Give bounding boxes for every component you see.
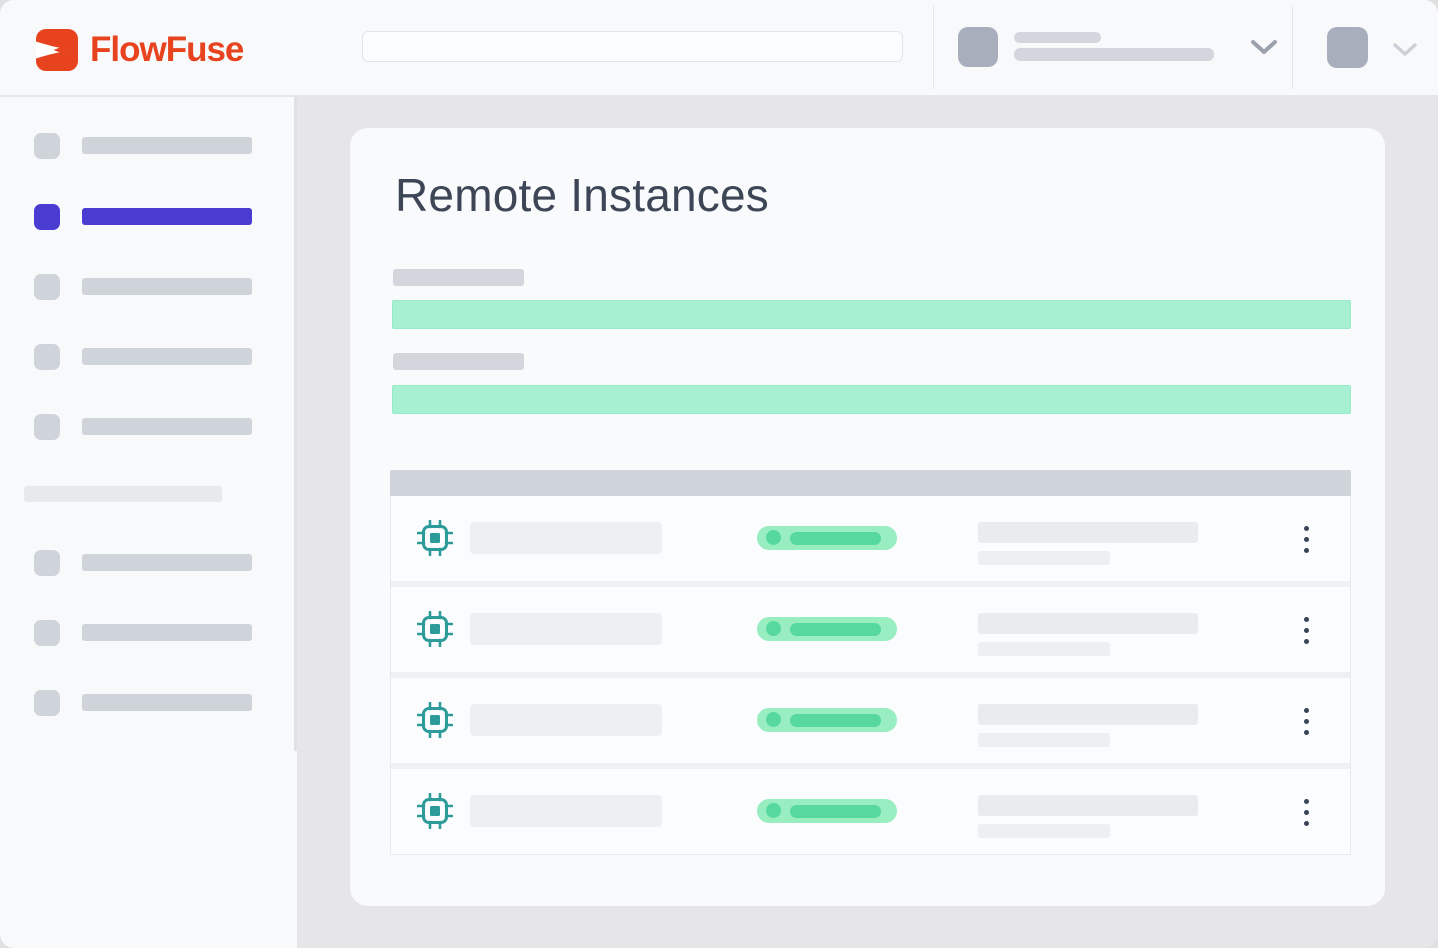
status-text-placeholder <box>790 714 881 727</box>
sidebar-item-3[interactable] <box>0 274 297 308</box>
meta-line-placeholder <box>978 613 1198 634</box>
status-dot-icon <box>766 803 781 818</box>
sidebar-item-2-active[interactable] <box>0 204 297 238</box>
nav-icon <box>34 414 60 440</box>
meta-line-placeholder <box>978 704 1198 725</box>
table-row[interactable] <box>391 769 1350 854</box>
header-divider <box>1292 6 1293 89</box>
user-avatar <box>1327 27 1368 68</box>
team-label-placeholder <box>1014 32 1101 43</box>
sidebar-item-5[interactable] <box>0 414 297 448</box>
team-avatar <box>958 27 998 67</box>
instance-name-placeholder <box>470 522 662 554</box>
sidebar-section-header-placeholder <box>24 486 222 502</box>
main-content: Remote Instances <box>297 96 1438 948</box>
kebab-menu-button[interactable] <box>1294 790 1318 834</box>
sidebar-item-4[interactable] <box>0 344 297 378</box>
team-name-placeholder <box>1014 48 1214 61</box>
logo-text: FlowFuse <box>90 29 243 71</box>
chip-icon <box>417 793 453 829</box>
global-search-input[interactable] <box>362 31 903 62</box>
sidebar-item-7[interactable] <box>0 620 297 654</box>
chevron-down-icon <box>1250 39 1278 56</box>
status-dot-icon <box>766 530 781 545</box>
status-badge <box>757 708 897 732</box>
table-header <box>390 470 1351 496</box>
status-text-placeholder <box>790 805 881 818</box>
kebab-menu-button[interactable] <box>1294 699 1318 743</box>
nav-icon <box>34 204 60 230</box>
instances-table <box>390 470 1351 855</box>
chip-icon <box>417 702 453 738</box>
nav-icon <box>34 690 60 716</box>
status-dot-icon <box>766 712 781 727</box>
status-badge <box>757 526 897 550</box>
sidebar-item-6[interactable] <box>0 550 297 584</box>
meta-line-placeholder <box>978 795 1198 816</box>
table-row[interactable] <box>391 496 1350 581</box>
meta-line-placeholder <box>978 733 1110 747</box>
chip-icon <box>417 520 453 556</box>
table-body <box>390 496 1351 855</box>
app-window: FlowFuse <box>0 0 1438 948</box>
table-row[interactable] <box>391 678 1350 763</box>
top-header: FlowFuse <box>0 0 1438 96</box>
sidebar-item-8[interactable] <box>0 690 297 724</box>
form-input-highlighted[interactable] <box>392 300 1351 329</box>
table-row[interactable] <box>391 587 1350 672</box>
status-dot-icon <box>766 621 781 636</box>
page-title: Remote Instances <box>395 168 769 222</box>
chip-icon <box>417 611 453 647</box>
nav-label-placeholder <box>82 624 252 641</box>
nav-label-placeholder <box>82 694 252 711</box>
instance-name-placeholder <box>470 795 662 827</box>
nav-label-placeholder <box>82 137 252 154</box>
form-label-placeholder <box>393 353 524 370</box>
status-badge <box>757 799 897 823</box>
form-label-placeholder <box>393 269 524 286</box>
nav-icon <box>34 550 60 576</box>
nav-icon <box>34 133 60 159</box>
nav-label-placeholder <box>82 278 252 295</box>
meta-line-placeholder <box>978 824 1110 838</box>
chevron-down-icon <box>1392 42 1418 58</box>
nav-label-placeholder <box>82 208 252 225</box>
status-badge <box>757 617 897 641</box>
content-card: Remote Instances <box>350 128 1385 906</box>
nav-label-placeholder <box>82 348 252 365</box>
sidebar-item-1[interactable] <box>0 133 297 167</box>
nav-label-placeholder <box>82 418 252 435</box>
meta-line-placeholder <box>978 551 1110 565</box>
flowfuse-logo[interactable]: FlowFuse <box>36 29 243 71</box>
nav-icon <box>34 344 60 370</box>
form-input-highlighted[interactable] <box>392 385 1351 414</box>
status-text-placeholder <box>790 623 881 636</box>
instance-name-placeholder <box>470 613 662 645</box>
instance-name-placeholder <box>470 704 662 736</box>
kebab-menu-button[interactable] <box>1294 608 1318 652</box>
meta-line-placeholder <box>978 522 1198 543</box>
nav-icon <box>34 274 60 300</box>
status-text-placeholder <box>790 532 881 545</box>
nav-label-placeholder <box>82 554 252 571</box>
nav-icon <box>34 620 60 646</box>
sidebar <box>0 97 297 948</box>
meta-line-placeholder <box>978 642 1110 656</box>
header-divider <box>933 6 934 89</box>
kebab-menu-button[interactable] <box>1294 517 1318 561</box>
flowfuse-logo-icon <box>36 29 78 71</box>
